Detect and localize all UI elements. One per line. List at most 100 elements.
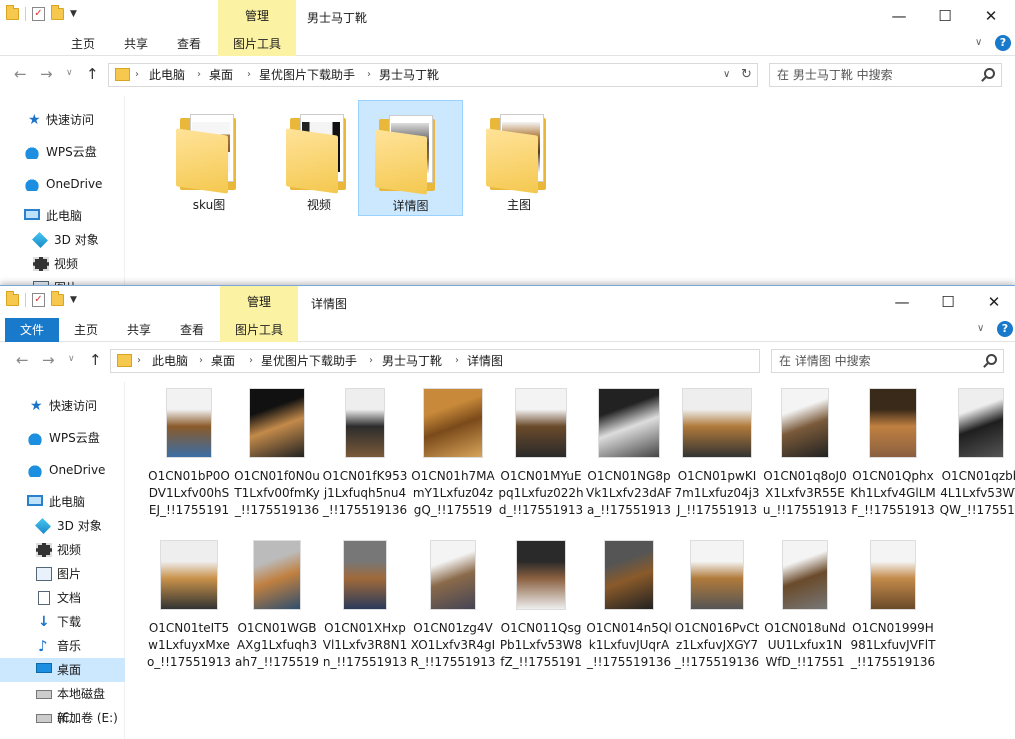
- new-folder-icon[interactable]: [51, 291, 64, 306]
- sidebar-item-3d-objects[interactable]: 3D 对象: [0, 228, 125, 252]
- image-file-item[interactable]: O1CN016PvCtz1LxfuvJXGY7_!!1755191366-0-c…: [674, 540, 760, 688]
- breadcrumb-this-pc[interactable]: 此电脑: [149, 64, 185, 86]
- sidebar-item-onedrive[interactable]: OneDrive: [0, 172, 125, 196]
- tab-view[interactable]: 查看: [177, 35, 201, 52]
- forward-arrow-icon[interactable]: →: [42, 351, 55, 369]
- sidebar-item-videos[interactable]: 视频: [0, 538, 125, 562]
- minimize-button[interactable]: —: [879, 286, 925, 318]
- chevron-down-icon[interactable]: ▼: [70, 9, 77, 19]
- dropdown-icon[interactable]: ∨: [723, 64, 730, 86]
- image-file-item[interactable]: O1CN01XHxpVl1Lxfv3R8N1n_!!1755191366-0-c…: [322, 540, 408, 688]
- image-file-item[interactable]: O1CN01zg4VXO1Lxfv3R4gIR_!!1755191366-0-.…: [410, 540, 496, 688]
- chevron-right-icon[interactable]: ›: [247, 64, 251, 86]
- image-file-item[interactable]: O1CN01bP0ODV1Lxfv00hSEJ_!!1755191366-0-.…: [146, 388, 232, 536]
- expand-ribbon-icon[interactable]: ∨: [975, 37, 982, 48]
- image-file-item[interactable]: O1CN01WGBAXg1Lxfuqh3ah7_!!1755191366-0-.…: [234, 540, 320, 688]
- sidebar-item-this-pc[interactable]: 此电脑: [0, 204, 125, 228]
- folder-icon[interactable]: [6, 5, 19, 20]
- sidebar-item-local-disk-c[interactable]: 本地磁盘 (C:: [0, 682, 125, 725]
- image-file-item[interactable]: O1CN01fK953j1Lxfuqh5nu4_!!1755191366-0-c…: [322, 388, 408, 536]
- sidebar-item-videos[interactable]: 视频: [0, 252, 125, 276]
- chevron-right-icon[interactable]: ›: [137, 350, 141, 372]
- address-bar[interactable]: › 此电脑 › 桌面 › 星优图片下载助手 › 男士马丁靴 ∨ ↻: [108, 63, 758, 87]
- image-file-item[interactable]: O1CN01NG8pVk1Lxfv23dAFa_!!1755191366-0-.…: [586, 388, 672, 536]
- folder-item[interactable]: 视频: [270, 100, 368, 216]
- folder-item[interactable]: 详情图: [358, 100, 463, 216]
- image-file-item[interactable]: O1CN018uNdUU1Lxfux1NWfD_!!1755191366-...: [762, 540, 848, 688]
- breadcrumb-desktop[interactable]: 桌面: [211, 350, 235, 372]
- close-button[interactable]: ✕: [971, 286, 1015, 318]
- new-folder-icon[interactable]: [51, 5, 64, 20]
- maximize-button[interactable]: ☐: [922, 0, 968, 32]
- help-icon[interactable]: ?: [995, 35, 1011, 51]
- image-file-item[interactable]: O1CN01QphxKh1Lxfv4GlLMF_!!1755191366-0..…: [850, 388, 936, 536]
- image-file-item[interactable]: O1CN01qzbb4L1Lxfv53WTQW_!!1755191366-...: [938, 388, 1015, 536]
- chevron-right-icon[interactable]: ›: [367, 64, 371, 86]
- help-icon[interactable]: ?: [997, 321, 1013, 337]
- sidebar-item-quick-access[interactable]: ★ 快速访问: [0, 108, 125, 132]
- search-box[interactable]: 在 详情图 中搜索: [771, 349, 1004, 373]
- chevron-right-icon[interactable]: ›: [369, 350, 373, 372]
- refresh-icon[interactable]: ↻: [741, 64, 752, 86]
- breadcrumb-downloader[interactable]: 星优图片下载助手: [261, 350, 357, 372]
- image-file-item[interactable]: O1CN01teIT5w1LxfuyxMxeo_!!1755191366-0-c…: [146, 540, 232, 688]
- search-box[interactable]: 在 男士马丁靴 中搜索: [769, 63, 1002, 87]
- breadcrumb-detail[interactable]: 详情图: [467, 350, 503, 372]
- chevron-right-icon[interactable]: ›: [455, 350, 459, 372]
- chevron-down-icon[interactable]: ▼: [70, 295, 77, 305]
- expand-ribbon-icon[interactable]: ∨: [977, 323, 984, 334]
- image-file-item[interactable]: O1CN01pwKI7m1Lxfuz04j3J_!!1755191366-0-.…: [674, 388, 760, 536]
- sidebar-item-downloads[interactable]: ↓ 下载: [0, 610, 125, 634]
- folder-item[interactable]: 主图: [470, 100, 568, 216]
- tab-home[interactable]: 主页: [71, 35, 95, 52]
- folder-item[interactable]: sku图: [160, 100, 258, 216]
- address-bar[interactable]: › 此电脑 › 桌面 › 星优图片下载助手 › 男士马丁靴 › 详情图: [110, 349, 760, 373]
- chevron-right-icon[interactable]: ›: [249, 350, 253, 372]
- tab-picture-tools[interactable]: 图片工具: [218, 32, 296, 56]
- image-file-item[interactable]: O1CN01q8oJ0X1Lxfv3R55Eu_!!1755191366-0-c…: [762, 388, 848, 536]
- close-button[interactable]: ✕: [968, 0, 1014, 32]
- back-arrow-icon[interactable]: ←: [16, 351, 29, 369]
- folder-icon[interactable]: [6, 291, 19, 306]
- sidebar-item-documents[interactable]: 文档: [0, 586, 125, 610]
- image-file-item[interactable]: O1CN014n5Qlk1LxfuvJUqrA_!!1755191366-0-c…: [586, 540, 672, 688]
- search-icon[interactable]: [984, 68, 995, 79]
- recent-locations-icon[interactable]: ∨: [68, 354, 75, 364]
- sidebar-item-3d-objects[interactable]: 3D 对象: [0, 514, 125, 538]
- chevron-right-icon[interactable]: ›: [135, 64, 139, 86]
- properties-icon[interactable]: ✓: [32, 293, 45, 307]
- tab-home[interactable]: 主页: [74, 321, 98, 338]
- search-icon[interactable]: [986, 354, 997, 365]
- image-file-item[interactable]: O1CN01MYuEpq1Lxfuz022hd_!!1755191366-0-.…: [498, 388, 584, 536]
- sidebar-item-wps-cloud[interactable]: WPS云盘: [0, 140, 125, 164]
- up-arrow-icon[interactable]: ↑: [86, 65, 99, 83]
- tab-view[interactable]: 查看: [180, 321, 204, 338]
- sidebar-item-this-pc[interactable]: 此电脑: [0, 490, 125, 514]
- image-file-item[interactable]: O1CN01h7MAmY1Lxfuz04zgQ_!!1755191366-...: [410, 388, 496, 536]
- sidebar-item-desktop[interactable]: 桌面: [0, 658, 125, 682]
- tab-picture-tools[interactable]: 图片工具: [220, 318, 298, 342]
- sidebar-item-volume-e[interactable]: 新加卷 (E:): [0, 706, 125, 730]
- image-file-item[interactable]: O1CN01999H981LxfuvJVFlT_!!1755191366-0-c…: [850, 540, 936, 688]
- image-file-item[interactable]: O1CN01f0N0uT1Lxfv00fmKy_!!1755191366-0-.…: [234, 388, 320, 536]
- breadcrumb-this-pc[interactable]: 此电脑: [152, 350, 188, 372]
- tab-file[interactable]: 文件: [5, 318, 59, 342]
- forward-arrow-icon[interactable]: →: [40, 65, 53, 83]
- image-file-item[interactable]: O1CN011QsgPb1Lxfv53W8fZ_!!1755191366-0-.…: [498, 540, 584, 688]
- manage-context-tab[interactable]: 管理: [220, 286, 298, 318]
- manage-context-tab[interactable]: 管理: [218, 0, 296, 32]
- minimize-button[interactable]: —: [876, 0, 922, 32]
- sidebar-item-quick-access[interactable]: ★ 快速访问: [0, 394, 125, 418]
- tab-share[interactable]: 共享: [124, 35, 148, 52]
- up-arrow-icon[interactable]: ↑: [89, 351, 102, 369]
- maximize-button[interactable]: ☐: [925, 286, 971, 318]
- breadcrumb-desktop[interactable]: 桌面: [209, 64, 233, 86]
- breadcrumb-downloader[interactable]: 星优图片下载助手: [259, 64, 355, 86]
- sidebar-item-wps-cloud[interactable]: WPS云盘: [0, 426, 125, 450]
- back-arrow-icon[interactable]: ←: [14, 65, 27, 83]
- chevron-right-icon[interactable]: ›: [199, 350, 203, 372]
- sidebar-item-onedrive[interactable]: OneDrive: [0, 458, 125, 482]
- recent-locations-icon[interactable]: ∨: [66, 68, 73, 78]
- tab-share[interactable]: 共享: [127, 321, 151, 338]
- chevron-right-icon[interactable]: ›: [197, 64, 201, 86]
